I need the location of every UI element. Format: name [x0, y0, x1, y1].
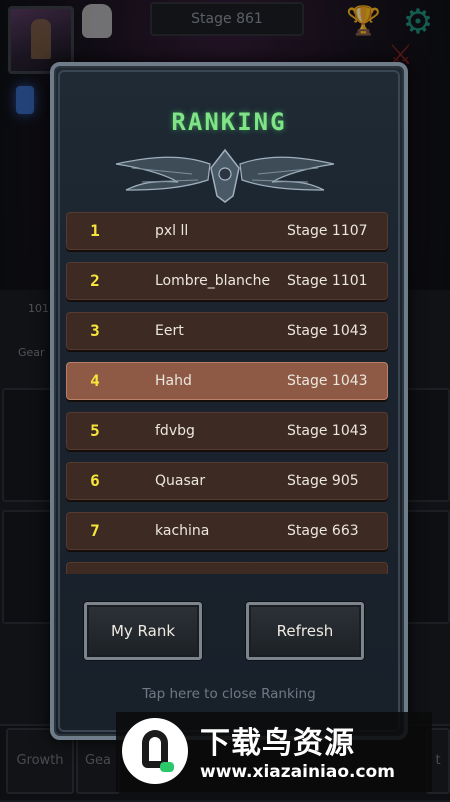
refresh-button[interactable]: Refresh	[246, 602, 364, 660]
player-stage: Stage 1043	[287, 323, 368, 339]
player-name: kachina	[155, 523, 210, 539]
rank-number: 4	[90, 371, 100, 390]
player-name: Quasar	[155, 473, 206, 489]
ranking-row[interactable]: 4 Hahd Stage 1043	[66, 362, 388, 400]
ranking-list[interactable]: 1 pxl ll Stage 1107 2 Lombre_blanche Stage 11…	[66, 212, 388, 574]
player-stage: Stage 1043	[287, 423, 368, 439]
winged-emblem-icon	[115, 148, 335, 203]
my-rank-button[interactable]: My Rank	[84, 602, 202, 660]
rank-number: 6	[90, 471, 100, 490]
player-name: Hahd	[155, 373, 192, 389]
watermark-brand: 下载鸟资源	[200, 726, 355, 761]
ranking-row[interactable]: 1 pxl ll Stage 1107	[66, 212, 388, 250]
rank-number: 3	[90, 321, 100, 340]
ranking-row[interactable]: 6 Quasar Stage 905	[66, 462, 388, 500]
watermark-logo-icon	[122, 718, 188, 784]
player-name: pxl ll	[155, 223, 189, 239]
ranking-row[interactable]: 3 Eert Stage 1043	[66, 312, 388, 350]
player-stage: Stage 663	[287, 523, 359, 539]
ranking-row[interactable]: 8	[66, 562, 388, 574]
ranking-row[interactable]: 7 kachina Stage 663	[66, 512, 388, 550]
watermark: 下载鸟资源 www.xiazainiao.com	[116, 712, 432, 792]
rank-number: 1	[90, 221, 100, 240]
ranking-title: RANKING	[171, 108, 287, 136]
watermark-url: www.xiazainiao.com	[200, 762, 395, 782]
player-stage: Stage 1043	[287, 373, 368, 389]
rank-number: 7	[90, 521, 100, 540]
ranking-row[interactable]: 2 Lombre_blanche Stage 1101	[66, 262, 388, 300]
close-ranking-hint[interactable]: Tap here to close Ranking	[54, 686, 404, 702]
player-name: Lombre_blanche	[155, 273, 271, 289]
ranking-row[interactable]: 5 fdvbg Stage 1043	[66, 412, 388, 450]
rank-number: 5	[90, 421, 100, 440]
rank-number: 2	[90, 271, 100, 290]
player-name: fdvbg	[155, 423, 195, 439]
player-name: Eert	[155, 323, 184, 339]
player-stage: Stage 1101	[287, 273, 368, 289]
player-stage: Stage 905	[287, 473, 359, 489]
player-stage: Stage 1107	[287, 223, 368, 239]
ranking-panel: RANKING 1 pxl ll Stage 1107 2 Lombre_blanche…	[50, 62, 408, 740]
rank-number: 8	[85, 563, 105, 574]
